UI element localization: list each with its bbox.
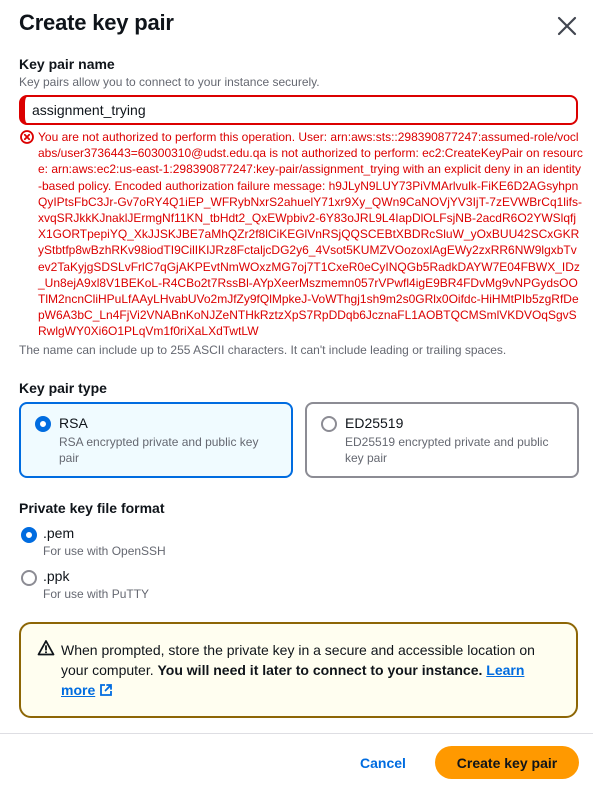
pem-label: .pem bbox=[43, 525, 75, 541]
key-type-rsa-tile[interactable]: RSA RSA encrypted private and public key… bbox=[19, 402, 293, 478]
alert-text: When prompted, store the private key in … bbox=[61, 640, 561, 700]
close-button[interactable] bbox=[553, 12, 581, 40]
create-key-pair-button[interactable]: Create key pair bbox=[435, 746, 579, 779]
rsa-radio[interactable] bbox=[35, 416, 51, 432]
key-pair-type-label: Key pair type bbox=[19, 380, 107, 396]
warning-alert: When prompted, store the private key in … bbox=[19, 622, 578, 718]
private-key-format-label: Private key file format bbox=[19, 500, 165, 516]
cancel-button[interactable]: Cancel bbox=[348, 748, 418, 778]
close-icon bbox=[557, 16, 577, 36]
error-icon bbox=[20, 130, 34, 144]
ed25519-radio[interactable] bbox=[321, 416, 337, 432]
ppk-label: .ppk bbox=[43, 568, 70, 584]
ed25519-title: ED25519 bbox=[345, 415, 404, 431]
key-pair-name-input-wrapper[interactable] bbox=[19, 95, 578, 125]
modal-header: Create key pair bbox=[0, 0, 593, 52]
rsa-title: RSA bbox=[59, 415, 88, 431]
ppk-radio[interactable] bbox=[21, 570, 37, 586]
key-pair-name-input[interactable] bbox=[25, 97, 576, 123]
key-type-ed25519-tile[interactable]: ED25519 ED25519 encrypted private and pu… bbox=[305, 402, 579, 478]
rsa-description: RSA encrypted private and public key pai… bbox=[59, 435, 259, 465]
key-pair-name-constraint: The name can include up to 255 ASCII cha… bbox=[19, 343, 507, 357]
key-pair-name-description: Key pairs allow you to connect to your i… bbox=[19, 75, 320, 89]
external-link-icon bbox=[100, 684, 113, 696]
footer-divider bbox=[0, 733, 593, 734]
pem-radio[interactable] bbox=[21, 527, 37, 543]
ppk-description: For use with PuTTY bbox=[43, 587, 150, 601]
key-pair-name-error: You are not authorized to perform this o… bbox=[38, 130, 583, 339]
pem-description: For use with OpenSSH bbox=[43, 544, 166, 558]
modal-title: Create key pair bbox=[19, 10, 174, 35]
alert-bold-message: You will need it later to connect to you… bbox=[157, 662, 483, 678]
warning-icon bbox=[37, 640, 55, 656]
key-pair-name-label: Key pair name bbox=[19, 56, 115, 72]
ed25519-description: ED25519 encrypted private and public key… bbox=[345, 435, 549, 465]
